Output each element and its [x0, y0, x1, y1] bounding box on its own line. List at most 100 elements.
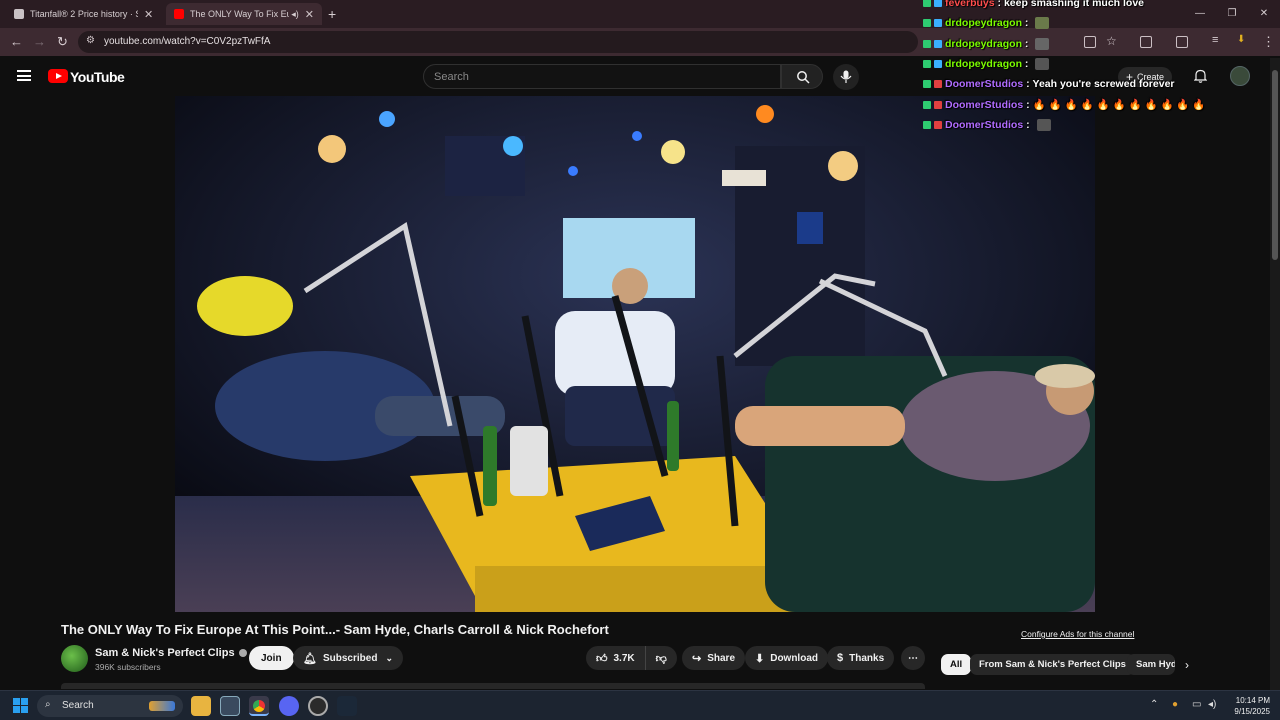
- share-label: Share: [707, 652, 736, 664]
- chat-username[interactable]: drdopeydragon: [945, 17, 1022, 29]
- chat-message: drdopeydragon :: [923, 55, 1050, 73]
- forward-icon[interactable]: →: [33, 34, 46, 49]
- chat-text: Yeah you're screwed forever: [1032, 78, 1175, 91]
- maximize-icon[interactable]: ❐: [1216, 0, 1248, 28]
- chevron-right-icon[interactable]: ›: [1185, 658, 1189, 672]
- chat-message: drdopeydragon :: [923, 14, 1050, 32]
- chat-username[interactable]: DoomerStudios: [945, 99, 1023, 111]
- close-tab-icon[interactable]: ✕: [305, 8, 314, 21]
- chrome-icon[interactable]: [249, 696, 269, 716]
- channel-avatar[interactable]: [61, 645, 88, 672]
- thanks-button[interactable]: $ Thanks: [827, 646, 895, 670]
- chat-badge-icon: [923, 0, 931, 7]
- back-icon[interactable]: ←: [10, 34, 23, 49]
- chat-emote-icon: [1035, 57, 1050, 70]
- new-tab-button[interactable]: +: [328, 6, 336, 22]
- youtube-logo-text[interactable]: YouTube: [70, 69, 125, 85]
- chat-separator: :: [1022, 17, 1032, 30]
- tray-overflow-icon[interactable]: ⌃: [1150, 699, 1158, 710]
- hamburger-menu-icon[interactable]: [17, 70, 31, 81]
- more-icon: ⋯: [908, 652, 918, 664]
- configure-ads-link[interactable]: Configure Ads for this channel: [1021, 629, 1134, 639]
- tray-mic-icon[interactable]: ●: [1172, 699, 1178, 710]
- subscribed-button[interactable]: 🔔︎ Subscribed ⌄: [293, 646, 403, 670]
- video-title: The ONLY Way To Fix Europe At This Point…: [61, 622, 609, 637]
- join-button[interactable]: Join: [249, 646, 294, 670]
- chat-username[interactable]: DoomerStudios: [945, 119, 1023, 131]
- chat-emote-icon: [1035, 37, 1050, 50]
- description-box[interactable]: [61, 683, 925, 689]
- video-player[interactable]: [175, 96, 1095, 612]
- chat-username[interactable]: DoomerStudios: [945, 78, 1023, 90]
- taskbar-search[interactable]: ⌕ Search: [37, 695, 183, 717]
- download-button[interactable]: ⬇ Download: [745, 646, 828, 670]
- chip-sam-hyde[interactable]: Sam Hyde: [1127, 654, 1175, 675]
- chip-all[interactable]: All: [941, 654, 972, 675]
- tab-title: Titanfall® 2 Price history · Steam: [30, 9, 138, 19]
- steam-icon[interactable]: [337, 696, 357, 716]
- channel-name[interactable]: Sam & Nick's Perfect Clips: [95, 647, 247, 659]
- account-avatar[interactable]: [1230, 66, 1250, 86]
- close-tab-icon[interactable]: ✕: [144, 8, 153, 21]
- close-window-icon[interactable]: ✕: [1248, 0, 1280, 28]
- discord-icon[interactable]: [279, 696, 299, 716]
- steam-favicon-icon: [14, 9, 24, 19]
- chat-username[interactable]: drdopeydragon: [945, 58, 1022, 70]
- youtube-favicon-icon: [174, 9, 184, 19]
- scrollbar-thumb[interactable]: [1272, 70, 1278, 260]
- volume-icon[interactable]: ◂): [1208, 699, 1216, 710]
- thanks-icon: $: [837, 652, 844, 664]
- chat-text: 🔥 🔥 🔥 🔥 🔥 🔥 🔥 🔥 🔥 🔥 🔥: [1032, 99, 1206, 111]
- channel-name-text[interactable]: Sam & Nick's Perfect Clips: [95, 647, 235, 659]
- chat-username[interactable]: drdopeydragon: [945, 38, 1022, 50]
- chat-badge-icon: [923, 80, 931, 89]
- chat-badge-icon: [934, 100, 942, 109]
- network-icon[interactable]: ▭: [1192, 699, 1201, 710]
- browser-tab-steam-price[interactable]: Titanfall® 2 Price history · Steam ✕: [6, 3, 161, 25]
- video-frame: [175, 96, 1095, 612]
- url-text[interactable]: youtube.com/watch?v=C0V2pzTwFfA: [104, 36, 270, 47]
- like-count: 3.7K: [613, 652, 635, 664]
- address-bar[interactable]: ⚙ youtube.com/watch?v=C0V2pzTwFfA: [78, 31, 918, 53]
- browser-menu-icon[interactable]: ⋮: [1262, 34, 1275, 50]
- audio-playing-icon[interactable]: ◂): [291, 9, 299, 20]
- more-actions-button[interactable]: ⋯: [901, 646, 925, 670]
- search-button[interactable]: [781, 64, 823, 89]
- browser-tab-youtube[interactable]: The ONLY Way To Fix Europe ◂) ✕: [166, 3, 322, 25]
- like-button[interactable]: 👍︎ 3.7K: [586, 646, 646, 670]
- chat-separator: :: [1022, 57, 1032, 70]
- share-button[interactable]: ↪ Share: [682, 646, 746, 670]
- verified-badge-icon: [238, 649, 247, 658]
- thumbs-up-icon: 👍︎: [596, 652, 608, 665]
- downloads-icon[interactable]: ⬇: [1237, 34, 1245, 45]
- chat-badge-icon: [923, 39, 931, 48]
- page-scrollbar[interactable]: [1270, 58, 1280, 690]
- voice-search-button[interactable]: [833, 64, 859, 90]
- thanks-label: Thanks: [849, 652, 885, 664]
- dislike-button[interactable]: 👎︎: [646, 646, 677, 670]
- reload-icon[interactable]: ↻: [57, 34, 68, 50]
- subscribed-label: Subscribed: [322, 652, 378, 664]
- download-label: Download: [770, 652, 818, 664]
- windows-start-icon[interactable]: [13, 698, 29, 714]
- site-info-icon[interactable]: ⚙: [86, 35, 95, 46]
- search-input[interactable]: [434, 69, 764, 85]
- obs-icon[interactable]: [308, 696, 328, 716]
- microsoft-store-icon[interactable]: [220, 696, 240, 716]
- chat-username[interactable]: feverbuys: [945, 0, 995, 9]
- search-box[interactable]: [423, 64, 781, 89]
- file-explorer-icon[interactable]: [191, 696, 211, 716]
- chat-separator: :: [1023, 98, 1033, 111]
- chat-message: DoomerStudios :: [923, 116, 1051, 134]
- taskbar-clock[interactable]: 10:14 PM 9/15/2025: [1226, 695, 1270, 717]
- youtube-logo-icon[interactable]: [48, 69, 68, 83]
- tab-search-icon[interactable]: ≡: [1212, 34, 1218, 46]
- stream-chat-overlay: feverbuys : keep smashing it much love dr…: [920, 0, 1206, 150]
- chip-from-channel[interactable]: From Sam & Nick's Perfect Clips: [970, 654, 1135, 675]
- chat-badge-icon: [923, 100, 931, 109]
- download-icon: ⬇: [755, 652, 765, 665]
- taskbar-search-label: Search: [62, 700, 94, 711]
- bell-icon: 🔔︎: [303, 652, 317, 665]
- chat-separator: :: [1023, 118, 1033, 131]
- join-label: Join: [261, 652, 282, 664]
